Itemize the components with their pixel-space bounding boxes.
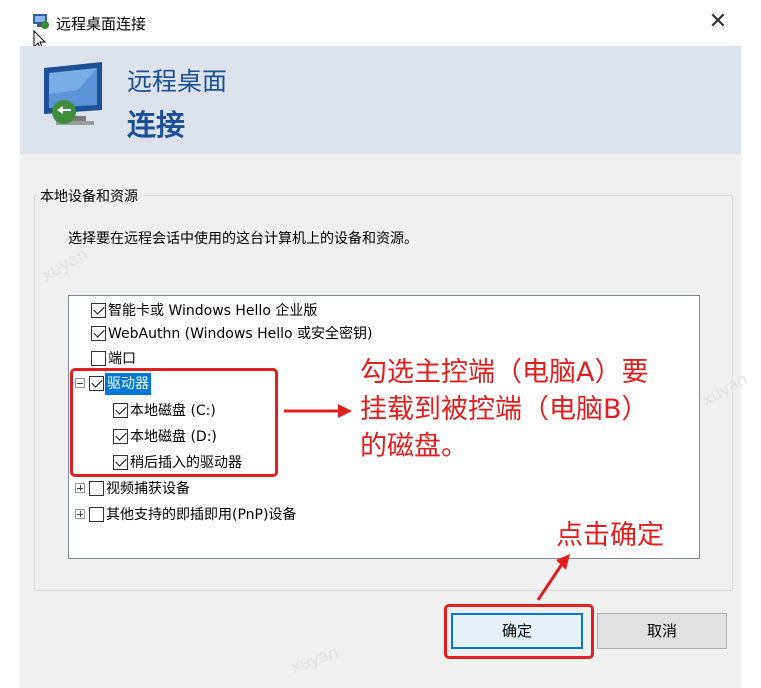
tree-item-label: 端口 bbox=[108, 351, 136, 367]
expand-icon[interactable] bbox=[75, 483, 85, 493]
banner-title-line2: 连接 bbox=[127, 108, 186, 142]
checkbox[interactable] bbox=[91, 303, 106, 318]
close-icon: ✕ bbox=[708, 9, 728, 34]
annotation-arrow-up-icon bbox=[536, 554, 570, 601]
annotation-drives-line3: 的磁盘。 bbox=[360, 431, 468, 462]
annotation-drives-line1: 勾选主控端（电脑A）要 bbox=[360, 357, 649, 388]
checkbox[interactable] bbox=[89, 481, 104, 496]
drives-highlight-box bbox=[70, 368, 278, 477]
tree-item-label: WebAuthn (Windows Hello 或安全密钥) bbox=[108, 326, 373, 342]
cancel-button[interactable]: 取消 bbox=[597, 613, 727, 649]
annotation-arrow-icon bbox=[284, 404, 352, 418]
group-description: 选择要在远程会话中使用的这台计算机上的设备和资源。 bbox=[68, 231, 418, 247]
tree-item-label: 视频捕获设备 bbox=[106, 481, 190, 497]
checkbox[interactable] bbox=[91, 326, 106, 341]
remote-desktop-monitor-icon bbox=[44, 62, 102, 125]
ok-highlight-box bbox=[444, 604, 594, 659]
tree-item-label: 其他支持的即插即用(PnP)设备 bbox=[106, 507, 297, 523]
banner-title-line1: 远程桌面 bbox=[127, 67, 228, 96]
checkbox[interactable] bbox=[89, 507, 104, 522]
tree-item-label: 智能卡或 Windows Hello 企业版 bbox=[108, 303, 318, 319]
window-title: 远程桌面连接 bbox=[56, 15, 147, 33]
expand-icon[interactable] bbox=[75, 509, 85, 519]
checkbox[interactable] bbox=[91, 351, 106, 366]
title-bar: 远程桌面连接 ✕ bbox=[0, 0, 761, 46]
annotation-drives-line2: 挂载到被控端（电脑B） bbox=[360, 394, 649, 425]
close-button[interactable]: ✕ bbox=[706, 8, 730, 36]
remote-desktop-app-icon bbox=[33, 14, 49, 29]
annotation-ok-note: 点击确定 bbox=[556, 520, 664, 551]
group-label: 本地设备和资源 bbox=[38, 186, 140, 206]
